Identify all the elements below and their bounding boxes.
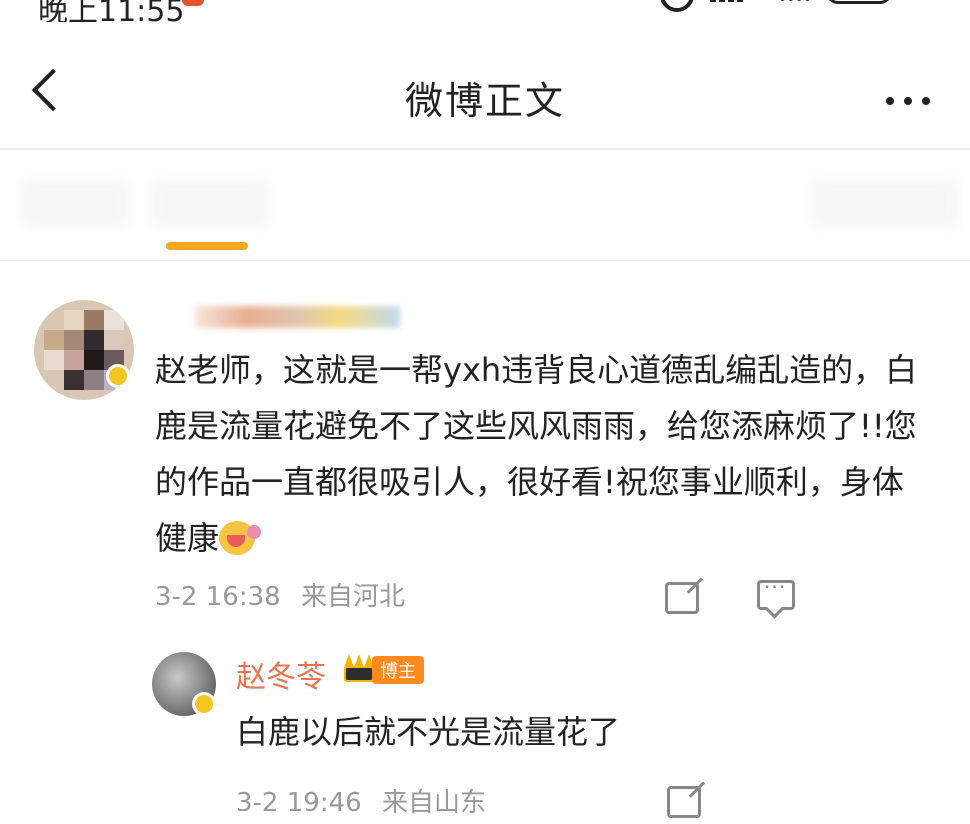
reply-meta: 3-2 19:46 来自山东 xyxy=(236,782,486,819)
notification-dot-icon xyxy=(182,0,204,6)
more-icon[interactable] xyxy=(876,90,930,109)
reply-text: 白鹿以后就不光是流量花了 xyxy=(236,713,621,751)
comment-text: 赵老师，这就是一帮yxh违背良心道德乱编乱造的，白鹿是流量花避免不了这些风风雨雨… xyxy=(155,342,925,566)
emoji-icon xyxy=(219,521,262,555)
share-icon[interactable] xyxy=(665,582,699,614)
active-tab-indicator xyxy=(166,242,248,250)
comment-body: 赵老师，这就是一帮yxh违背良心道德乱编乱造的，白鹿是流量花避免不了这些风风雨雨… xyxy=(155,351,918,557)
wifi-icon xyxy=(780,0,810,1)
crown-icon xyxy=(344,654,374,682)
verified-badge-icon xyxy=(192,692,216,716)
comment-date: 3-2 16:38 xyxy=(155,582,281,612)
status-time: 晚上11:55 xyxy=(38,0,185,22)
status-bar: 晚上11:55 xyxy=(0,0,970,22)
blogger-badge: 博主 xyxy=(372,656,424,684)
verified-badge-icon xyxy=(106,364,130,388)
reply-date: 3-2 19:46 xyxy=(236,788,362,818)
comment-meta: 3-2 16:38 来自河北 xyxy=(155,576,405,613)
comment-location: 来自河北 xyxy=(300,582,405,612)
alarm-icon xyxy=(660,0,694,12)
reply-icon[interactable] xyxy=(757,575,795,610)
tab-placeholder[interactable] xyxy=(810,178,960,228)
tab-bar xyxy=(0,150,970,261)
tab-placeholder[interactable] xyxy=(150,178,270,228)
tab-placeholder[interactable] xyxy=(20,178,130,228)
signal-icon xyxy=(710,0,746,2)
page-title: 微博正文 xyxy=(404,79,565,123)
reply-author[interactable]: 赵冬苓 xyxy=(236,652,326,696)
share-icon[interactable] xyxy=(667,786,701,818)
nav-bar: 微博正文 xyxy=(0,40,970,150)
reply-location: 来自山东 xyxy=(381,788,486,818)
username-blurred[interactable] xyxy=(195,306,400,328)
battery-icon xyxy=(826,0,892,4)
